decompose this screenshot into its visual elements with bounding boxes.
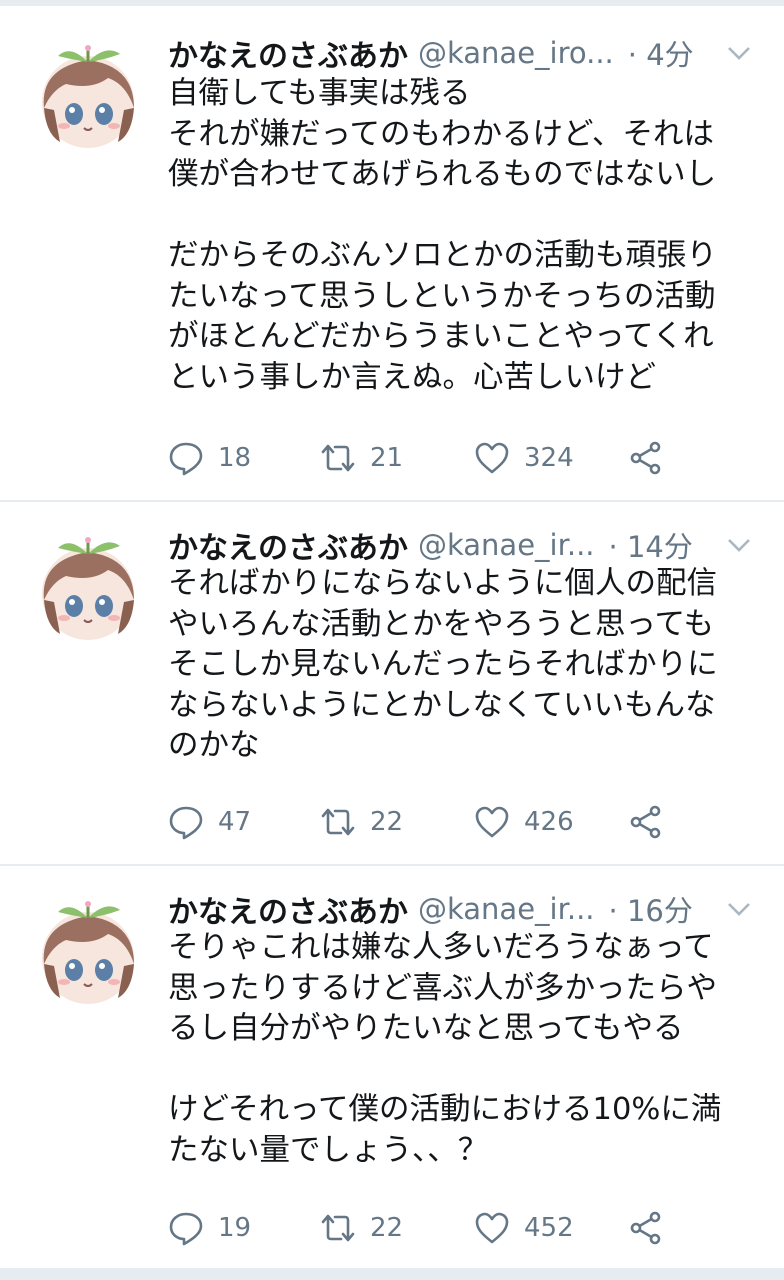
chevron-down-icon[interactable] xyxy=(726,532,752,558)
display-name[interactable]: かなえのさぶあか xyxy=(168,31,408,75)
tweet-text: そりゃこれは嫌な人多いだろうなぁって 思ったりするけど喜ぶ人が多かったらや るし… xyxy=(168,928,768,1171)
like-button[interactable]: 452 xyxy=(474,1206,574,1250)
heart-icon xyxy=(475,1212,509,1244)
display-name[interactable]: かなえのさぶあか xyxy=(168,887,408,931)
tweet-header: かなえのさぶあか @kanae_ir... · 16分 xyxy=(168,886,752,932)
tweet-text-line: そこしか見ないんだったらそればかりに xyxy=(168,647,718,682)
tweet-text-line xyxy=(168,196,768,237)
user-handle[interactable]: @kanae_iro... xyxy=(418,36,614,70)
tweet[interactable]: かなえのさぶあか @kanae_ir... · 16分 そりゃこれは嫌な人多いだ… xyxy=(0,866,784,1268)
reply-count: 19 xyxy=(218,1213,252,1243)
tweet-text-line: るし自分がやりたいなと思ってもやる xyxy=(168,1011,684,1046)
reply-button[interactable]: 18 xyxy=(168,436,251,480)
tweet-text-line: ならないようにとかしなくていいもんな xyxy=(168,687,716,723)
retweet-icon xyxy=(321,1214,355,1242)
tweet-text-line: それが嫌だってのもわかるけど、それは xyxy=(168,116,714,152)
reply-button[interactable]: 47 xyxy=(168,800,251,844)
tweet-text-line: けどそれって僕の活動における10%に満 xyxy=(168,1092,722,1127)
tweet-text-line: だからそのぶんソロとかの活動も頑張り xyxy=(168,238,717,273)
like-count: 324 xyxy=(524,443,574,473)
tweet-text-line: そればかりにならないように個人の配信 xyxy=(168,566,717,601)
tweet-actions: 19 22 452 xyxy=(168,1206,728,1250)
like-button[interactable]: 324 xyxy=(474,436,574,480)
heart-icon xyxy=(475,442,509,474)
reply-icon xyxy=(169,1212,203,1246)
retweet-button[interactable]: 22 xyxy=(320,1206,403,1250)
tweet[interactable]: かなえのさぶあか @kanae_iro... · 4分 自衛しても事実は残る そ… xyxy=(0,6,784,500)
tweet-text-line: のかな xyxy=(168,728,260,763)
reply-count: 47 xyxy=(218,807,252,837)
timestamp[interactable]: · 16分 xyxy=(609,888,693,930)
heart-icon xyxy=(475,806,509,838)
retweet-icon xyxy=(321,808,355,836)
avatar[interactable] xyxy=(30,530,146,646)
user-handle[interactable]: @kanae_ir... xyxy=(418,528,595,562)
like-count: 426 xyxy=(524,807,574,837)
tweet-header: かなえのさぶあか @kanae_iro... · 4分 xyxy=(168,30,752,76)
share-icon xyxy=(630,441,661,475)
tweet-actions: 18 21 324 xyxy=(168,436,728,480)
tweet-text: 自衛しても事実は残る それが嫌だってのもわかるけど、それは 僕が合わせてあげられ… xyxy=(168,74,768,398)
tweet-actions: 47 22 426 xyxy=(168,800,728,844)
tweet-text-line: がほとんどだからうまいことやってくれ xyxy=(168,319,714,354)
timestamp[interactable]: · 14分 xyxy=(609,524,693,566)
tweet-text-line: 思ったりするけど喜ぶ人が多かったらや xyxy=(168,970,717,1006)
tweet-text-line: やいろんな活動とかをやろうと思っても xyxy=(168,606,714,642)
chevron-down-icon[interactable] xyxy=(726,40,752,66)
tweet-text-line: そりゃこれは嫌な人多いだろうなぁって xyxy=(168,930,714,965)
tweet-text-line: 自衛しても事実は残る xyxy=(168,76,471,111)
retweet-count: 22 xyxy=(370,807,404,837)
display-name[interactable]: かなえのさぶあか xyxy=(168,523,408,567)
retweet-button[interactable]: 22 xyxy=(320,800,403,844)
like-button[interactable]: 426 xyxy=(474,800,574,844)
retweet-button[interactable]: 21 xyxy=(320,436,403,480)
share-button[interactable] xyxy=(628,1206,664,1250)
retweet-count: 21 xyxy=(370,443,404,473)
like-count: 452 xyxy=(524,1213,574,1243)
bottom-edge xyxy=(0,1268,784,1280)
reply-icon xyxy=(169,806,203,840)
user-handle[interactable]: @kanae_ir... xyxy=(418,892,595,926)
tweet-text: そればかりにならないように個人の配信 やいろんな活動とかをやろうと思っても そこ… xyxy=(168,564,768,767)
share-button[interactable] xyxy=(628,436,664,480)
share-button[interactable] xyxy=(628,800,664,844)
chevron-down-icon[interactable] xyxy=(726,896,752,922)
tweet-text-line: 僕が合わせてあげられるものではないし xyxy=(168,157,717,192)
tweet-text-line: たいなって思うしというかそっちの活動 xyxy=(168,278,716,314)
tweet-text-line: という事しか言えぬ。心苦しいけど xyxy=(168,359,656,395)
tweet-text-line xyxy=(168,1050,768,1091)
retweet-icon xyxy=(321,444,355,472)
reply-count: 18 xyxy=(218,443,252,473)
retweet-count: 22 xyxy=(370,1213,404,1243)
share-icon xyxy=(630,1211,661,1245)
reply-icon xyxy=(169,442,203,476)
share-icon xyxy=(630,805,661,839)
tweet-text-line: たない量でしょう、、？ xyxy=(168,1132,489,1168)
reply-button[interactable]: 19 xyxy=(168,1206,251,1250)
avatar[interactable] xyxy=(30,38,146,154)
timestamp[interactable]: · 4分 xyxy=(628,32,694,74)
avatar[interactable] xyxy=(30,894,146,1010)
tweet-header: かなえのさぶあか @kanae_ir... · 14分 xyxy=(168,522,752,568)
tweet[interactable]: かなえのさぶあか @kanae_ir... · 14分 そればかりにならないよう… xyxy=(0,502,784,864)
